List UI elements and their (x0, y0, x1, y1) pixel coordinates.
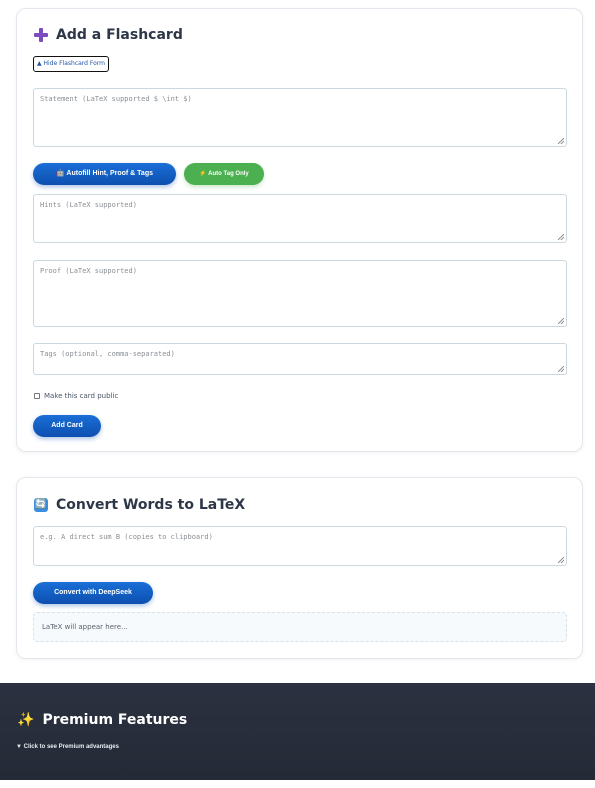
convert-title-text: Convert Words to LaTeX (56, 497, 246, 513)
statement-textarea[interactable]: Statement (LaTeX supported $ \int $) (33, 88, 567, 147)
plus-icon (34, 28, 48, 42)
latex-output-box: LaTeX will appear here... (33, 612, 567, 642)
statement-placeholder: Statement (LaTeX supported $ \int $) (40, 95, 192, 103)
proof-placeholder: Proof (LaTeX supported) (40, 267, 137, 275)
public-checkbox[interactable] (34, 393, 40, 399)
tags-placeholder: Tags (optional, comma-separated) (40, 350, 175, 358)
words-input-placeholder: e.g. A direct sum B (copies to clipboard… (40, 533, 213, 541)
hide-flashcard-form-button[interactable]: ▲ Hide Flashcard Form (33, 56, 109, 72)
words-input-textarea[interactable]: e.g. A direct sum B (copies to clipboard… (33, 526, 567, 566)
hints-textarea[interactable]: Hints (LaTeX supported) (33, 194, 567, 243)
add-card-button[interactable]: Add Card (33, 415, 101, 437)
convert-title: 🔄 Convert Words to LaTeX (34, 497, 245, 513)
hints-placeholder: Hints (LaTeX supported) (40, 201, 137, 209)
latex-output-text: LaTeX will appear here... (42, 623, 128, 631)
convert-deepseek-button[interactable]: Convert with DeepSeek (33, 582, 153, 604)
premium-title: ✨ Premium Features (17, 712, 187, 728)
public-checkbox-label: Make this card public (44, 392, 119, 400)
proof-textarea[interactable]: Proof (LaTeX supported) (33, 260, 567, 327)
page: Add a Flashcard ▲ Hide Flashcard Form St… (0, 0, 595, 788)
premium-toggle-link[interactable]: ▼ Click to see Premium advantages (16, 744, 119, 750)
flashcard-title-text: Add a Flashcard (56, 27, 183, 43)
sparkle-icon: ✨ (17, 712, 35, 728)
convert-card: 🔄 Convert Words to LaTeX e.g. A direct s… (16, 477, 583, 659)
premium-footer: ✨ Premium Features ▼ Click to see Premiu… (0, 683, 595, 780)
refresh-icon: 🔄 (34, 498, 48, 512)
autofill-button[interactable]: 🤖 Autofill Hint, Proof & Tags (33, 163, 176, 185)
premium-title-text: Premium Features (42, 712, 188, 728)
flashcard-title: Add a Flashcard (34, 27, 183, 43)
public-checkbox-row[interactable]: Make this card public (34, 392, 118, 400)
flashcard-card: Add a Flashcard ▲ Hide Flashcard Form St… (16, 8, 583, 452)
auto-tag-button[interactable]: ⚡ Auto Tag Only (184, 163, 264, 185)
tags-textarea[interactable]: Tags (optional, comma-separated) (33, 343, 567, 375)
